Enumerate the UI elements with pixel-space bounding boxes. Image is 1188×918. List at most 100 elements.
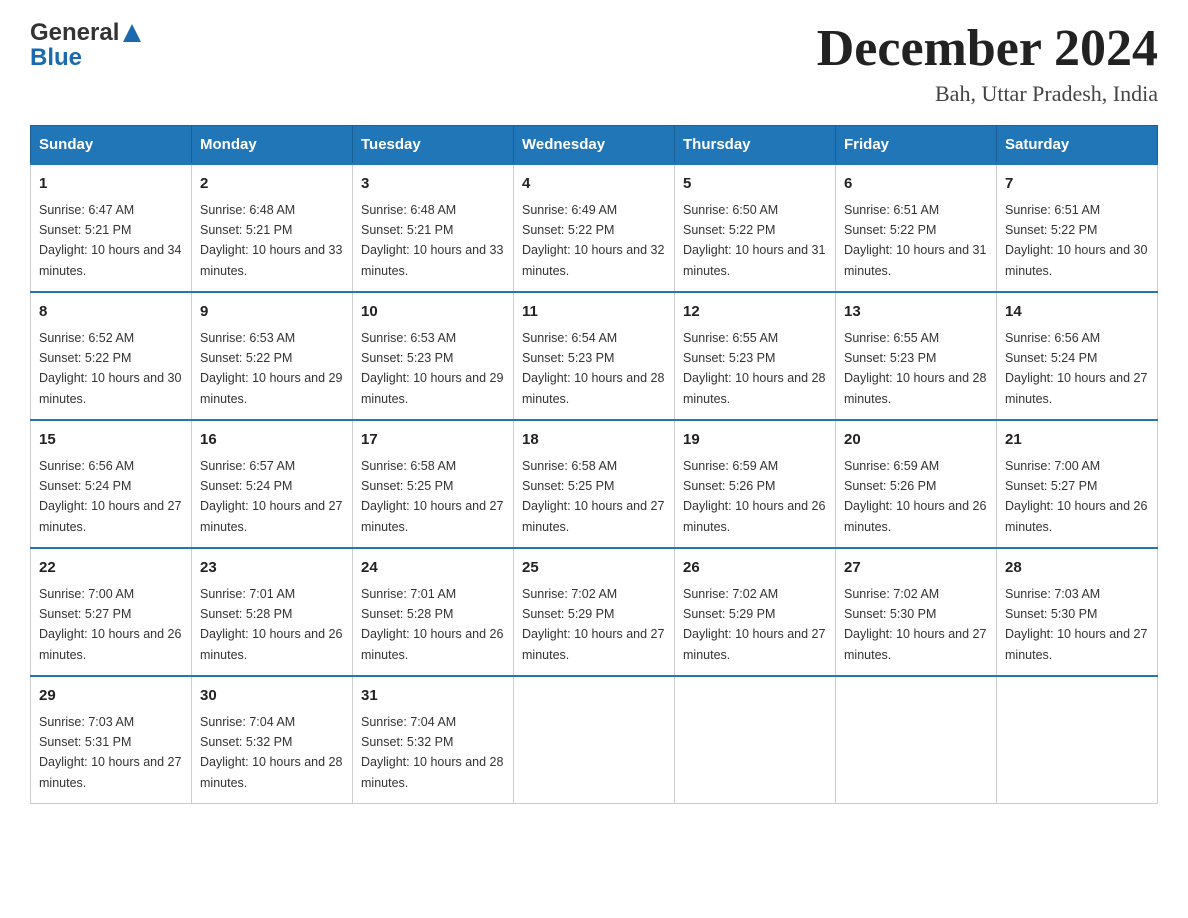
day-number: 10 (361, 301, 505, 324)
table-row: 24 Sunrise: 7:01 AMSunset: 5:28 PMDayligh… (353, 548, 514, 676)
calendar-body: 1 Sunrise: 6:47 AMSunset: 5:21 PMDaylight… (31, 164, 1158, 804)
calendar-table: Sunday Monday Tuesday Wednesday Thursday… (30, 125, 1158, 804)
day-info: Sunrise: 6:53 AMSunset: 5:23 PMDaylight:… (361, 331, 503, 406)
day-number: 28 (1005, 557, 1149, 580)
col-friday: Friday (836, 126, 997, 165)
table-row: 2Sunrise: 6:48 AMSunset: 5:21 PMDaylight… (192, 164, 353, 292)
day-info: Sunrise: 7:03 AMSunset: 5:30 PMDaylight:… (1005, 587, 1147, 662)
table-row (836, 676, 997, 804)
day-number: 8 (39, 301, 183, 324)
day-number: 13 (844, 301, 988, 324)
day-info: Sunrise: 6:47 AMSunset: 5:21 PMDaylight:… (39, 203, 181, 278)
week-row-5: 29 Sunrise: 7:03 AMSunset: 5:31 PMDayligh… (31, 676, 1158, 804)
col-saturday: Saturday (997, 126, 1158, 165)
table-row: 21 Sunrise: 7:00 AMSunset: 5:27 PMDayligh… (997, 420, 1158, 548)
day-info: Sunrise: 6:53 AMSunset: 5:22 PMDaylight:… (200, 331, 342, 406)
table-row: 4 Sunrise: 6:49 AMSunset: 5:22 PMDaylight… (514, 164, 675, 292)
table-row: 1 Sunrise: 6:47 AMSunset: 5:21 PMDaylight… (31, 164, 192, 292)
day-info: Sunrise: 6:48 AMSunset: 5:21 PMDaylight:… (361, 203, 503, 278)
day-number: 19 (683, 429, 827, 452)
day-number: 4 (522, 173, 666, 196)
table-row: 3 Sunrise: 6:48 AMSunset: 5:21 PMDaylight… (353, 164, 514, 292)
day-info: Sunrise: 6:55 AMSunset: 5:23 PMDaylight:… (683, 331, 825, 406)
logo: General Blue (30, 20, 145, 72)
table-row: 25Sunrise: 7:02 AMSunset: 5:29 PMDayligh… (514, 548, 675, 676)
day-info: Sunrise: 7:02 AMSunset: 5:30 PMDaylight:… (844, 587, 986, 662)
day-number: 17 (361, 429, 505, 452)
week-row-4: 22 Sunrise: 7:00 AMSunset: 5:27 PMDayligh… (31, 548, 1158, 676)
day-number: 25 (522, 557, 666, 580)
table-row: 8 Sunrise: 6:52 AMSunset: 5:22 PMDaylight… (31, 292, 192, 420)
day-info: Sunrise: 7:02 AMSunset: 5:29 PMDaylight:… (683, 587, 825, 662)
day-info: Sunrise: 7:04 AMSunset: 5:32 PMDaylight:… (361, 715, 503, 790)
table-row: 7 Sunrise: 6:51 AMSunset: 5:22 PMDaylight… (997, 164, 1158, 292)
day-number: 26 (683, 557, 827, 580)
day-info: Sunrise: 7:04 AMSunset: 5:32 PMDaylight:… (200, 715, 342, 790)
day-number: 14 (1005, 301, 1149, 324)
table-row: 26 Sunrise: 7:02 AMSunset: 5:29 PMDayligh… (675, 548, 836, 676)
table-row (997, 676, 1158, 804)
page-header: General Blue December 2024 Bah, Uttar Pr… (30, 20, 1158, 107)
day-number: 11 (522, 301, 666, 324)
day-info: Sunrise: 7:00 AMSunset: 5:27 PMDaylight:… (39, 587, 181, 662)
col-thursday: Thursday (675, 126, 836, 165)
day-info: Sunrise: 7:00 AMSunset: 5:27 PMDaylight:… (1005, 459, 1147, 534)
day-info: Sunrise: 7:03 AMSunset: 5:31 PMDaylight:… (39, 715, 181, 790)
table-row: 28 Sunrise: 7:03 AMSunset: 5:30 PMDayligh… (997, 548, 1158, 676)
day-number: 18 (522, 429, 666, 452)
calendar-title: December 2024 (817, 20, 1158, 77)
week-row-2: 8 Sunrise: 6:52 AMSunset: 5:22 PMDaylight… (31, 292, 1158, 420)
day-info: Sunrise: 7:01 AMSunset: 5:28 PMDaylight:… (200, 587, 342, 662)
table-row (514, 676, 675, 804)
day-number: 30 (200, 685, 344, 708)
day-number: 22 (39, 557, 183, 580)
table-row: 10 Sunrise: 6:53 AMSunset: 5:23 PMDayligh… (353, 292, 514, 420)
table-row: 30 Sunrise: 7:04 AMSunset: 5:32 PMDayligh… (192, 676, 353, 804)
day-info: Sunrise: 6:49 AMSunset: 5:22 PMDaylight:… (522, 203, 664, 278)
day-number: 31 (361, 685, 505, 708)
day-info: Sunrise: 6:55 AMSunset: 5:23 PMDaylight:… (844, 331, 986, 406)
header-row: Sunday Monday Tuesday Wednesday Thursday… (31, 126, 1158, 165)
day-number: 16 (200, 429, 344, 452)
day-info: Sunrise: 6:58 AMSunset: 5:25 PMDaylight:… (522, 459, 664, 534)
day-number: 1 (39, 173, 183, 196)
table-row: 13 Sunrise: 6:55 AMSunset: 5:23 PMDayligh… (836, 292, 997, 420)
day-info: Sunrise: 6:48 AMSunset: 5:21 PMDaylight:… (200, 203, 342, 278)
day-info: Sunrise: 6:59 AMSunset: 5:26 PMDaylight:… (844, 459, 986, 534)
day-number: 7 (1005, 173, 1149, 196)
col-monday: Monday (192, 126, 353, 165)
table-row: 9Sunrise: 6:53 AMSunset: 5:22 PMDaylight… (192, 292, 353, 420)
day-number: 23 (200, 557, 344, 580)
day-info: Sunrise: 6:52 AMSunset: 5:22 PMDaylight:… (39, 331, 181, 406)
table-row (675, 676, 836, 804)
table-row: 14Sunrise: 6:56 AMSunset: 5:24 PMDayligh… (997, 292, 1158, 420)
col-tuesday: Tuesday (353, 126, 514, 165)
title-block: December 2024 Bah, Uttar Pradesh, India (817, 20, 1158, 107)
day-info: Sunrise: 7:01 AMSunset: 5:28 PMDaylight:… (361, 587, 503, 662)
day-info: Sunrise: 6:54 AMSunset: 5:23 PMDaylight:… (522, 331, 664, 406)
day-number: 21 (1005, 429, 1149, 452)
day-number: 29 (39, 685, 183, 708)
table-row: 15Sunrise: 6:56 AMSunset: 5:24 PMDayligh… (31, 420, 192, 548)
logo-icon (119, 22, 145, 44)
table-row: 12Sunrise: 6:55 AMSunset: 5:23 PMDayligh… (675, 292, 836, 420)
table-row: 6Sunrise: 6:51 AMSunset: 5:22 PMDaylight… (836, 164, 997, 292)
day-number: 27 (844, 557, 988, 580)
table-row: 16Sunrise: 6:57 AMSunset: 5:24 PMDayligh… (192, 420, 353, 548)
calendar-subtitle: Bah, Uttar Pradesh, India (817, 81, 1158, 107)
table-row: 27 Sunrise: 7:02 AMSunset: 5:30 PMDayligh… (836, 548, 997, 676)
week-row-1: 1 Sunrise: 6:47 AMSunset: 5:21 PMDaylight… (31, 164, 1158, 292)
day-info: Sunrise: 6:50 AMSunset: 5:22 PMDaylight:… (683, 203, 825, 278)
day-number: 3 (361, 173, 505, 196)
day-number: 24 (361, 557, 505, 580)
day-info: Sunrise: 6:51 AMSunset: 5:22 PMDaylight:… (1005, 203, 1147, 278)
table-row: 19 Sunrise: 6:59 AMSunset: 5:26 PMDayligh… (675, 420, 836, 548)
day-info: Sunrise: 6:59 AMSunset: 5:26 PMDaylight:… (683, 459, 825, 534)
table-row: 29 Sunrise: 7:03 AMSunset: 5:31 PMDayligh… (31, 676, 192, 804)
day-number: 5 (683, 173, 827, 196)
day-info: Sunrise: 6:56 AMSunset: 5:24 PMDaylight:… (39, 459, 181, 534)
day-number: 20 (844, 429, 988, 452)
table-row: 22 Sunrise: 7:00 AMSunset: 5:27 PMDayligh… (31, 548, 192, 676)
table-row: 20 Sunrise: 6:59 AMSunset: 5:26 PMDayligh… (836, 420, 997, 548)
col-sunday: Sunday (31, 126, 192, 165)
